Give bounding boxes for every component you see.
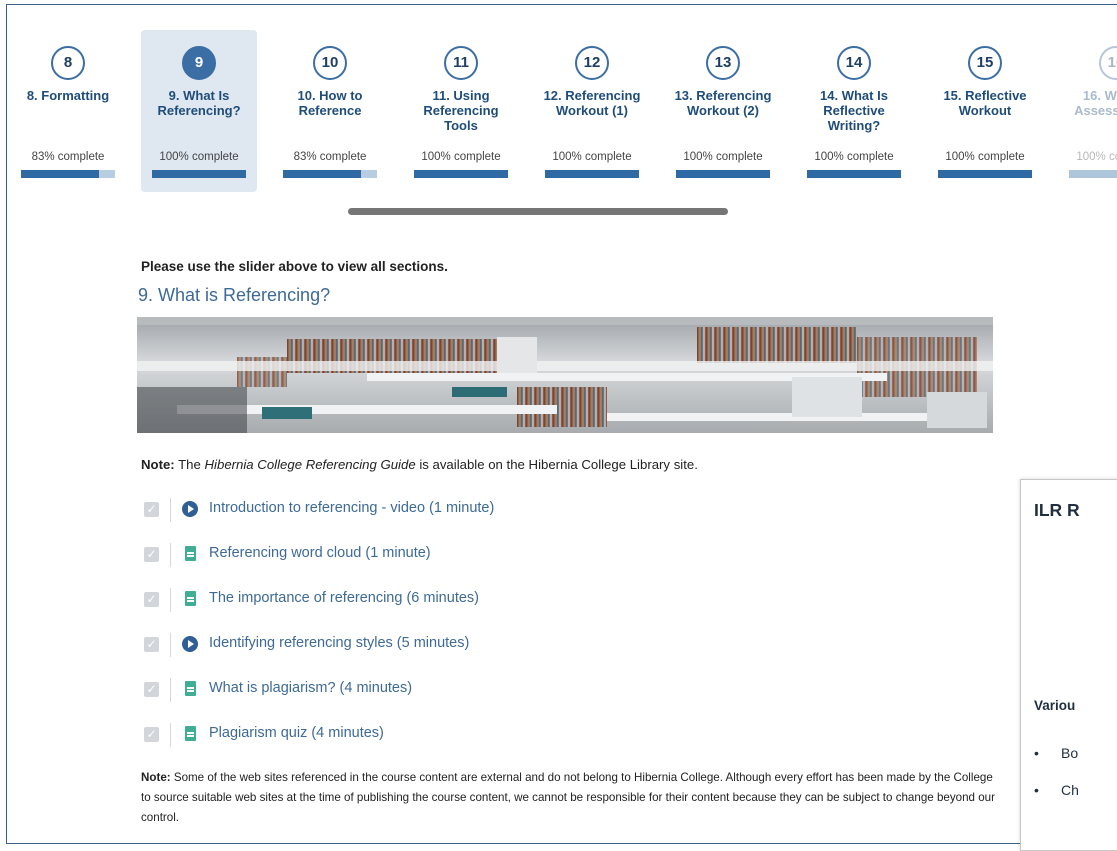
section-progress-text: 100% complete: [683, 151, 763, 163]
section-title: 10. How to Reference: [297, 88, 363, 118]
section-progress-fill: [283, 170, 362, 178]
play-icon: [182, 501, 198, 517]
section-tile-10[interactable]: 10 10. How to Reference 83% complete: [272, 30, 388, 192]
library-banner-image: [137, 317, 993, 433]
document-icon: [185, 726, 196, 741]
section-progress-fill: [807, 170, 901, 178]
ilr-side-card: ILR R Variou • Bo • Ch: [1020, 479, 1117, 851]
section-progress-bar: [807, 170, 901, 178]
section-tile-11[interactable]: 11 11. Using Referencing Tools 100% comple…: [403, 30, 519, 192]
section-tile-16[interactable]: 16 16. Writing Assessments 100% complete: [1058, 30, 1117, 192]
section-progress-fill: [676, 170, 770, 178]
completion-check-icon: ✓: [144, 682, 159, 697]
divider: [170, 543, 171, 567]
section-progress-fill: [1069, 170, 1117, 178]
section-progress-bar: [938, 170, 1032, 178]
activity-link[interactable]: The importance of referencing (6 minutes…: [209, 590, 479, 606]
referencing-guide-title: Hibernia College Referencing Guide: [204, 457, 416, 472]
section-number-badge: 14: [837, 46, 871, 80]
section-progress-text: 100% complete: [814, 151, 894, 163]
section-title: 13. Referencing Workout (2): [674, 88, 772, 118]
section-number-badge: 11: [444, 46, 478, 80]
completion-check-icon: ✓: [144, 502, 159, 517]
completion-check-icon: ✓: [144, 637, 159, 652]
divider: [170, 498, 171, 522]
completion-check-icon: ✓: [144, 592, 159, 607]
activity-item: ✓ Introduction to referencing - video (1 …: [144, 498, 744, 543]
section-progress-fill: [938, 170, 1032, 178]
section-progress-text: 100% complete: [1076, 151, 1117, 163]
section-title: 8. Formatting: [26, 88, 110, 103]
section-number-badge: 9: [182, 46, 216, 80]
section-progress-bar: [545, 170, 639, 178]
page-title: 9. What is Referencing?: [138, 285, 331, 305]
section-title: 9. What Is Referencing?: [157, 88, 241, 118]
section-title: 14. What Is Reflective Writing?: [820, 88, 888, 133]
completion-check-icon: ✓: [144, 547, 159, 562]
activity-item: ✓ Referencing word cloud (1 minute): [144, 543, 744, 588]
divider: [170, 633, 171, 657]
section-number-badge: 16: [1099, 46, 1117, 80]
section-progress-text: 83% complete: [31, 151, 105, 163]
activity-item: ✓ Identifying referencing styles (5 minut…: [144, 633, 744, 678]
activity-link[interactable]: Introduction to referencing - video (1 m…: [209, 500, 494, 516]
section-title: 15. Reflective Workout: [943, 88, 1027, 118]
section-number-badge: 8: [51, 46, 85, 80]
play-icon: [182, 636, 198, 652]
section-number-badge: 15: [968, 46, 1002, 80]
section-progress-bar: [152, 170, 246, 178]
divider: [170, 723, 171, 747]
section-progress-text: 100% complete: [552, 151, 632, 163]
activity-list: ✓ Introduction to referencing - video (1 …: [144, 498, 744, 768]
section-progress-text: 100% complete: [945, 151, 1025, 163]
section-number-badge: 12: [575, 46, 609, 80]
divider: [170, 678, 171, 702]
document-icon: [185, 591, 196, 606]
section-tile-9[interactable]: 9 9. What Is Referencing? 100% complete: [141, 30, 257, 192]
activity-item: ✓ Plagiarism quiz (4 minutes): [144, 723, 744, 768]
card-bullet: • Ch: [1034, 782, 1079, 798]
section-slider[interactable]: 8 8. Formatting 83% complete 9 9. What Is Re…: [12, 30, 1117, 195]
section-progress-text: 83% complete: [293, 151, 367, 163]
section-progress-fill: [545, 170, 639, 178]
section-tile-15[interactable]: 15 15. Reflective Workout 100% complete: [927, 30, 1043, 192]
section-tile-13[interactable]: 13 13. Referencing Workout (2) 100% comple…: [665, 30, 781, 192]
section-tile-12[interactable]: 12 12. Referencing Workout (1) 100% comple…: [534, 30, 650, 192]
external-sites-note: Note: Some of the web sites referenced i…: [141, 771, 995, 824]
section-title: 16. Writing Assessments: [1074, 88, 1117, 118]
activity-item: ✓ The importance of referencing (6 minute…: [144, 588, 744, 633]
card-subtitle: Variou: [1034, 698, 1076, 713]
card-title: ILR R: [1034, 500, 1080, 520]
section-progress-bar: [21, 170, 115, 178]
section-progress-fill: [21, 170, 100, 178]
section-progress-fill: [414, 170, 508, 178]
document-icon: [185, 546, 196, 561]
section-progress-text: 100% complete: [159, 151, 239, 163]
section-tile-8[interactable]: 8 8. Formatting 83% complete: [12, 30, 126, 192]
section-progress-bar: [283, 170, 377, 178]
activity-link[interactable]: Plagiarism quiz (4 minutes): [209, 725, 384, 741]
section-progress-text: 100% complete: [421, 151, 501, 163]
section-progress-bar: [1069, 170, 1117, 178]
section-number-badge: 13: [706, 46, 740, 80]
activity-link[interactable]: What is plagiarism? (4 minutes): [209, 680, 412, 696]
completion-check-icon: ✓: [144, 727, 159, 742]
section-number-badge: 10: [313, 46, 347, 80]
section-title: 12. Referencing Workout (1): [543, 88, 641, 118]
slider-scrollbar[interactable]: [348, 208, 728, 215]
card-bullet: • Bo: [1034, 745, 1079, 761]
section-progress-bar: [676, 170, 770, 178]
activity-link[interactable]: Referencing word cloud (1 minute): [209, 545, 431, 561]
slider-instruction: Please use the slider above to view all …: [141, 259, 448, 274]
divider: [170, 588, 171, 612]
section-progress-bar: [414, 170, 508, 178]
section-title: 11. Using Referencing Tools: [423, 88, 499, 133]
section-progress-fill: [152, 170, 246, 178]
section-tile-14[interactable]: 14 14. What Is Reflective Writing? 100% co…: [796, 30, 912, 192]
activity-item: ✓ What is plagiarism? (4 minutes): [144, 678, 744, 723]
referencing-guide-note: Note: The Hibernia College Referencing G…: [141, 457, 698, 472]
activity-link[interactable]: Identifying referencing styles (5 minute…: [209, 635, 469, 651]
document-icon: [185, 681, 196, 696]
